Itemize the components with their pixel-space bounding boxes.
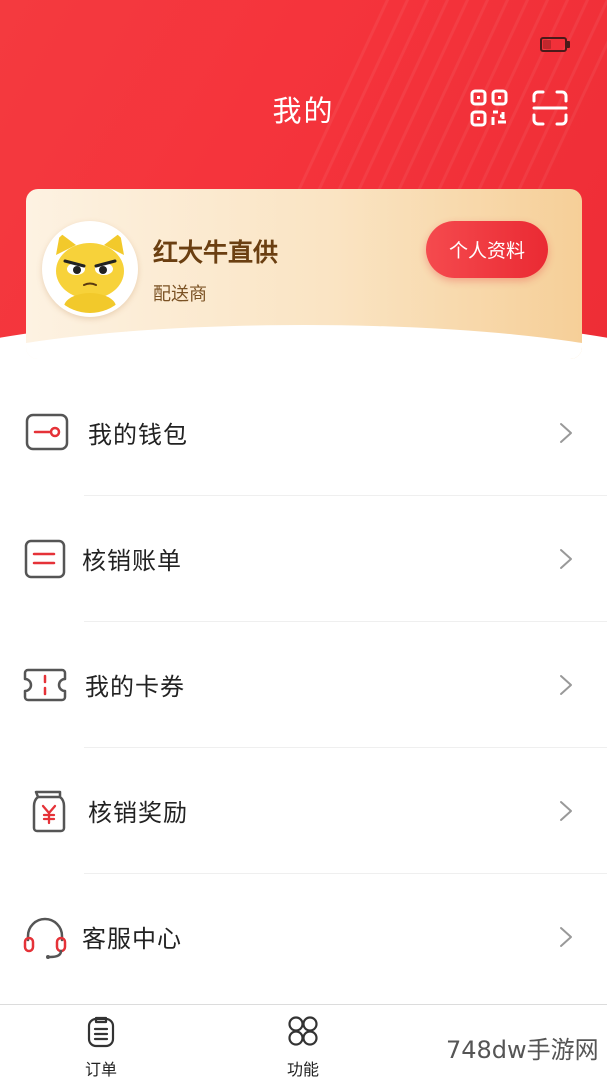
chevron-right-icon xyxy=(558,422,574,444)
watermark-text: 748dw手游网 xyxy=(446,1036,599,1064)
scan-icon[interactable] xyxy=(531,89,569,127)
menu-item-label: 核销账单 xyxy=(82,547,182,575)
wallet-icon xyxy=(24,410,70,456)
menu-item-bill[interactable]: 核销账单 xyxy=(0,496,607,622)
store-role: 配送商 xyxy=(153,284,207,305)
coupon-icon xyxy=(22,662,68,708)
cartoon-cat-avatar xyxy=(46,225,134,313)
menu-item-label: 核销奖励 xyxy=(88,799,188,827)
store-name: 红大牛直供 xyxy=(153,238,279,267)
profile-card: 红大牛直供 配送商 个人资料 xyxy=(26,189,582,359)
menu-item-coupon[interactable]: 我的卡券 xyxy=(0,622,607,748)
menu-item-label: 我的卡券 xyxy=(85,673,185,701)
headset-icon xyxy=(22,914,68,960)
clipboard-icon xyxy=(85,1014,117,1048)
tab-label: 功能 xyxy=(286,1060,319,1079)
four-circles-icon xyxy=(287,1014,319,1048)
menu-item-label: 客服中心 xyxy=(82,925,182,953)
menu-item-service[interactable]: 客服中心 xyxy=(0,874,607,1000)
battery-low-icon xyxy=(540,37,570,52)
chevron-right-icon xyxy=(558,548,574,570)
chevron-right-icon xyxy=(558,800,574,822)
tab-orders[interactable]: 订单 xyxy=(56,1011,146,1079)
reward-jar-icon xyxy=(26,788,72,834)
chevron-right-icon xyxy=(558,926,574,948)
profile-button[interactable]: 个人资料 xyxy=(426,221,548,278)
chevron-right-icon xyxy=(558,674,574,696)
avatar[interactable] xyxy=(42,221,138,317)
tab-label: 订单 xyxy=(84,1060,117,1079)
menu-item-label: 我的钱包 xyxy=(88,421,188,449)
bill-icon xyxy=(22,536,68,582)
menu-item-wallet[interactable]: 我的钱包 xyxy=(0,370,607,496)
page-title: 我的 xyxy=(272,94,335,128)
card-curve xyxy=(26,325,582,359)
tab-functions[interactable]: 功能 xyxy=(258,1011,348,1079)
menu-list: 我的钱包 核销账单 我的卡券 核销奖励 客服中心 xyxy=(0,370,607,1000)
menu-item-reward[interactable]: 核销奖励 xyxy=(0,748,607,874)
qr-code-icon[interactable] xyxy=(470,89,508,127)
